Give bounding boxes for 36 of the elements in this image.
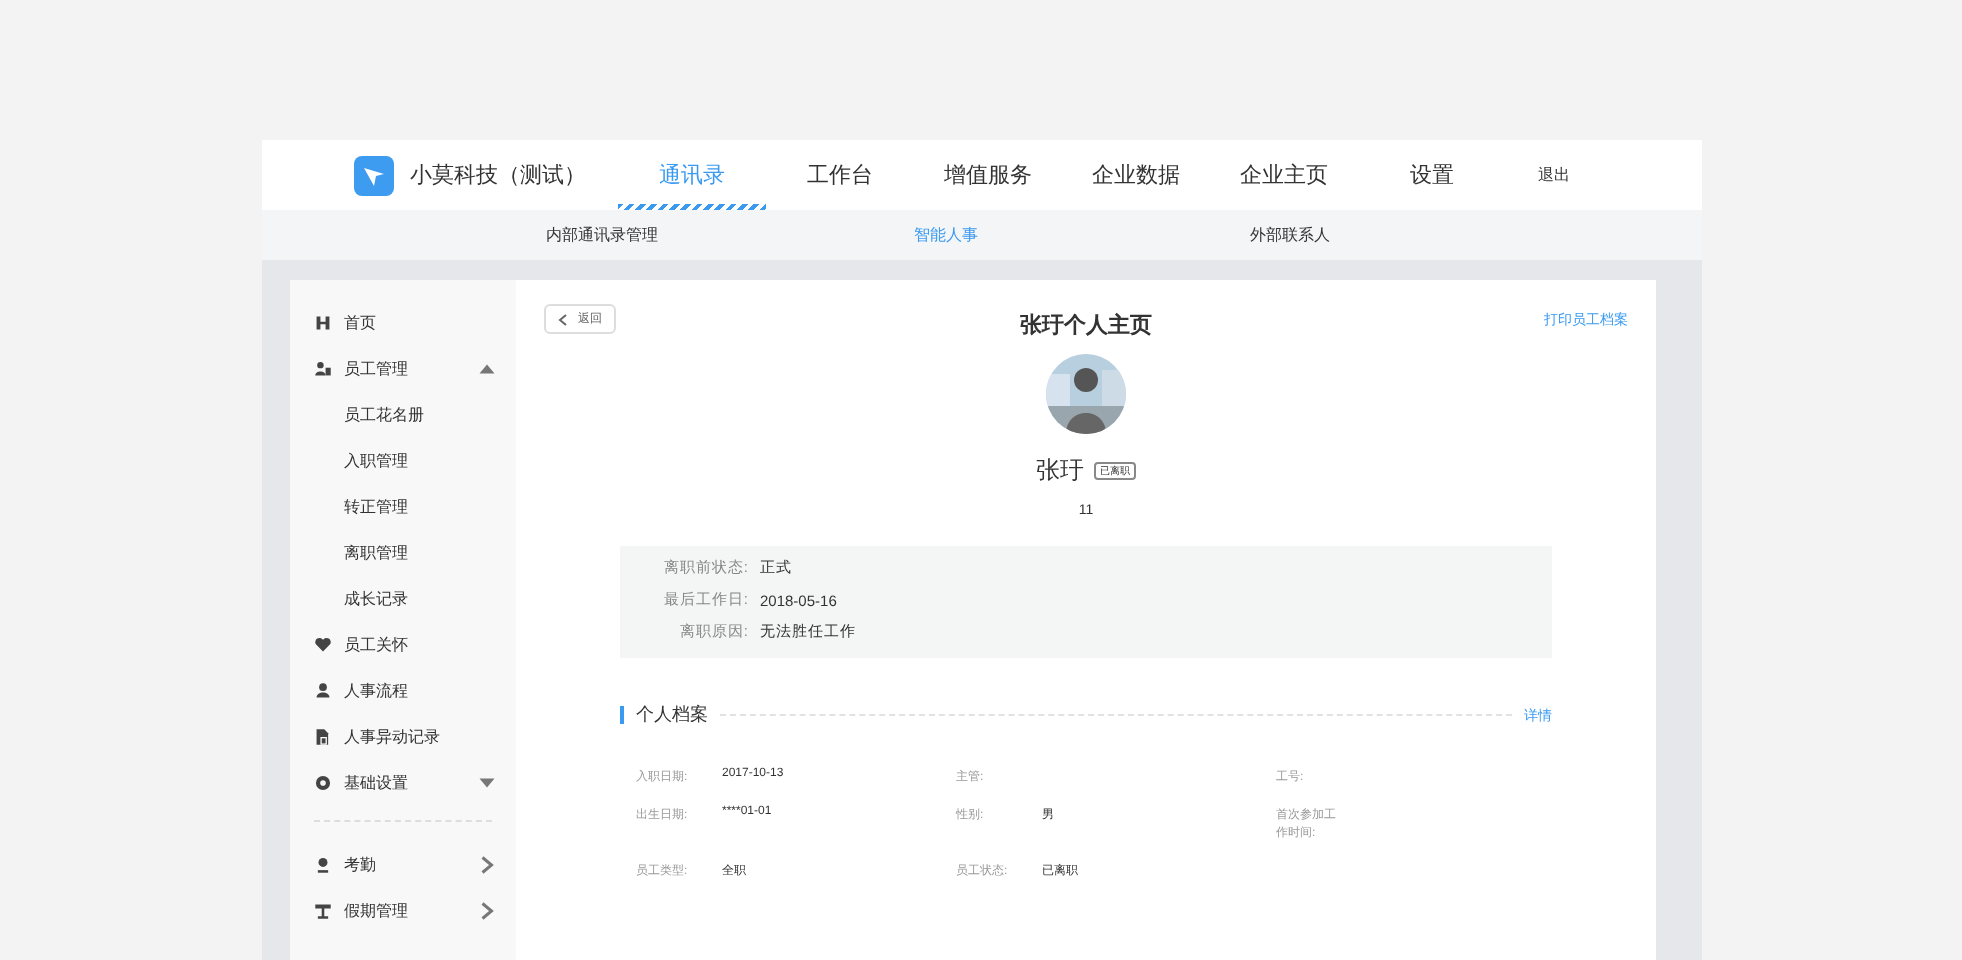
subnav-tab[interactable]: 内部通讯录管理	[430, 224, 774, 246]
chevron-right-icon	[478, 902, 496, 920]
logo-icon	[354, 155, 394, 195]
page-title: 张玗个人主页	[1020, 314, 1152, 338]
sidebar-item[interactable]: 首页	[290, 300, 516, 346]
logout-link[interactable]: 退出	[1538, 164, 1570, 186]
sidebar-subitem[interactable]: 员工花名册	[290, 392, 516, 438]
sidebar-item[interactable]: 人事流程	[290, 668, 516, 714]
section-title: 个人档案	[636, 702, 708, 728]
sidebar-subitem[interactable]: 成长记录	[290, 576, 516, 622]
sidebar-subitem[interactable]: 入职管理	[290, 438, 516, 484]
nav-tab[interactable]: 企业数据	[1062, 140, 1210, 210]
sidebar-item[interactable]: 假期管理	[290, 888, 516, 934]
sidebar-item[interactable]: 基础设置	[290, 760, 516, 806]
home-icon	[314, 314, 332, 332]
doc-icon	[314, 728, 332, 746]
sidebar-item[interactable]: 员工管理	[290, 346, 516, 392]
sidebar-subitem[interactable]: 离职管理	[290, 530, 516, 576]
subnav-tab[interactable]: 外部联系人	[1118, 224, 1462, 246]
sidebar-item[interactable]: 人事异动记录	[290, 714, 516, 760]
section-marker	[620, 706, 624, 724]
chevron-left-icon	[558, 313, 568, 325]
nav-tab[interactable]: 工作台	[766, 140, 914, 210]
nav-tab[interactable]: 增值服务	[914, 140, 1062, 210]
brand-name: 小莫科技（测试）	[410, 161, 586, 190]
person-icon	[314, 682, 332, 700]
sidebar-item[interactable]: 员工关怀	[290, 622, 516, 668]
nav-tab[interactable]: 企业主页	[1210, 140, 1358, 210]
settings-icon	[314, 774, 332, 792]
heart-icon	[314, 636, 332, 654]
sidebar-subitem[interactable]: 转正管理	[290, 484, 516, 530]
people-icon	[314, 360, 332, 378]
nav-tab[interactable]: 设置	[1358, 140, 1506, 210]
sidebar-item[interactable]: 考勤	[290, 842, 516, 888]
chevron-right-icon	[478, 856, 496, 874]
employee-name: 张玗	[1036, 454, 1084, 488]
